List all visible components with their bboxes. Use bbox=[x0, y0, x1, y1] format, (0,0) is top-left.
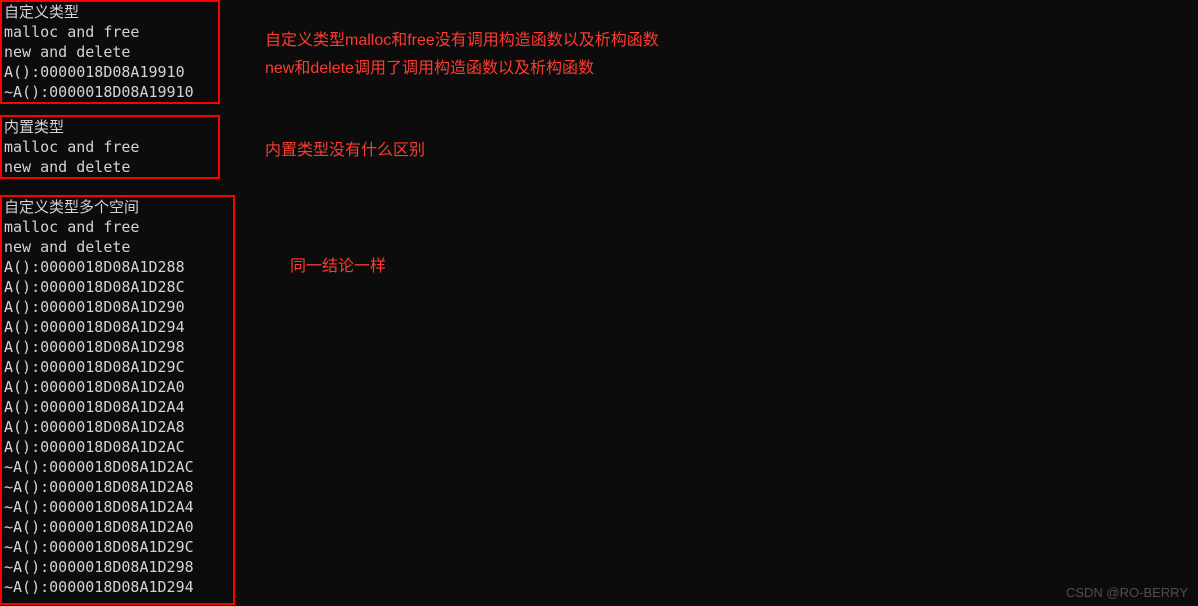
annotation-custom-type-line1: 自定义类型malloc和free没有调用构造函数以及析构函数 bbox=[265, 28, 659, 54]
watermark: CSDN @RO-BERRY bbox=[1066, 585, 1188, 600]
annotation-builtin-type: 内置类型没有什么区别 bbox=[265, 138, 425, 164]
annotation-custom-type-line2: new和delete调用了调用构造函数以及析构函数 bbox=[265, 56, 594, 82]
console-block-custom-type: 自定义类型 malloc and free new and delete A()… bbox=[0, 0, 220, 104]
console-block-builtin-type: 内置类型 malloc and free new and delete bbox=[0, 115, 220, 179]
annotation-array-type: 同一结论一样 bbox=[290, 254, 386, 280]
console-block-custom-type-array: 自定义类型多个空间 malloc and free new and delete… bbox=[0, 195, 235, 605]
